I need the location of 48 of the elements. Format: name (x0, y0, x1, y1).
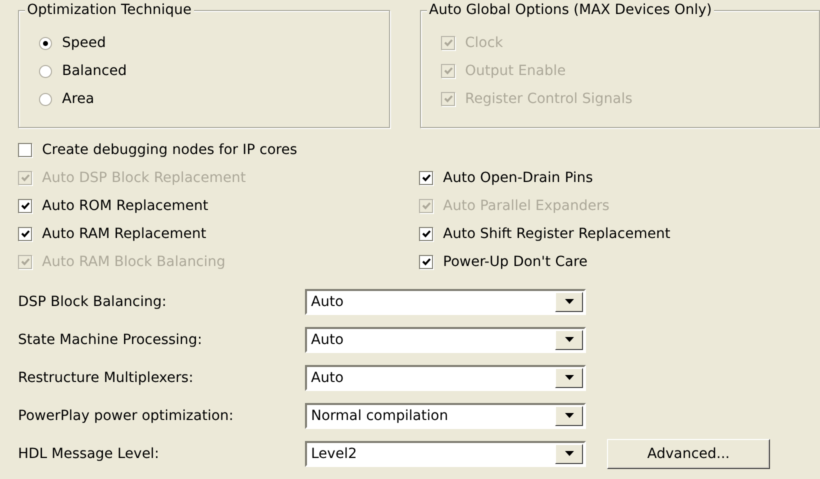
checkmark-icon (422, 202, 430, 210)
dropdown[interactable]: Auto (305, 364, 586, 390)
checkbox-label: Auto ROM Replacement (42, 198, 208, 214)
radio-label: Speed (62, 35, 106, 51)
radio-button[interactable] (39, 92, 52, 106)
dropdown[interactable]: Auto (305, 326, 586, 352)
checkbox-label: Auto RAM Replacement (42, 226, 206, 242)
checkbox-label: Auto Shift Register Replacement (443, 226, 670, 242)
checkmark-icon (20, 174, 30, 182)
group-title: Auto Global Options (MAX Devices Only) (427, 2, 714, 18)
checkbox-label: Output Enable (465, 63, 566, 79)
checkbox-label: Power-Up Don't Care (443, 254, 588, 270)
setting-label: HDL Message Level: (18, 446, 160, 462)
checkbox[interactable] (419, 171, 433, 185)
dropdown[interactable]: Normal compilation (305, 402, 586, 428)
checkbox[interactable] (18, 199, 32, 213)
checkbox[interactable] (419, 255, 433, 269)
setting-label: PowerPlay power optimization: (18, 408, 235, 424)
checkmark-icon (444, 67, 452, 75)
radio-label: Balanced (62, 63, 127, 79)
checkmark-icon (20, 230, 30, 238)
radio-label: Area (62, 91, 94, 107)
checkbox-label: Auto Open-Drain Pins (443, 170, 593, 186)
checkmark-icon (422, 174, 430, 182)
checkmark-icon (20, 258, 30, 266)
radio-button[interactable] (39, 64, 52, 78)
advanced-button[interactable]: Advanced... (607, 438, 770, 468)
checkbox[interactable] (419, 227, 433, 241)
checkbox[interactable] (18, 227, 32, 241)
dropdown[interactable]: Level2 (305, 440, 586, 466)
checkbox-label: Register Control Signals (465, 91, 632, 107)
checkbox[interactable] (18, 143, 32, 157)
checkbox-label: Clock (465, 35, 504, 51)
checkbox-label: Auto Parallel Expanders (443, 198, 610, 214)
checkmark-icon (422, 230, 430, 238)
checkmark-icon (444, 95, 452, 103)
checkbox-label: Auto RAM Block Balancing (42, 254, 226, 270)
checkbox-label: Auto DSP Block Replacement (42, 170, 246, 186)
setting-label: Restructure Multiplexers: (18, 370, 194, 386)
radio-button[interactable] (39, 36, 52, 50)
dropdown[interactable]: Auto (305, 288, 586, 314)
setting-label: State Machine Processing: (18, 332, 204, 348)
setting-label: DSP Block Balancing: (18, 294, 168, 310)
checkmark-icon (422, 258, 430, 266)
group-title: Optimization Technique (25, 2, 194, 18)
checkbox-label: Create debugging nodes for IP cores (42, 142, 298, 158)
checkmark-icon (20, 202, 30, 210)
checkmark-icon (444, 39, 452, 47)
